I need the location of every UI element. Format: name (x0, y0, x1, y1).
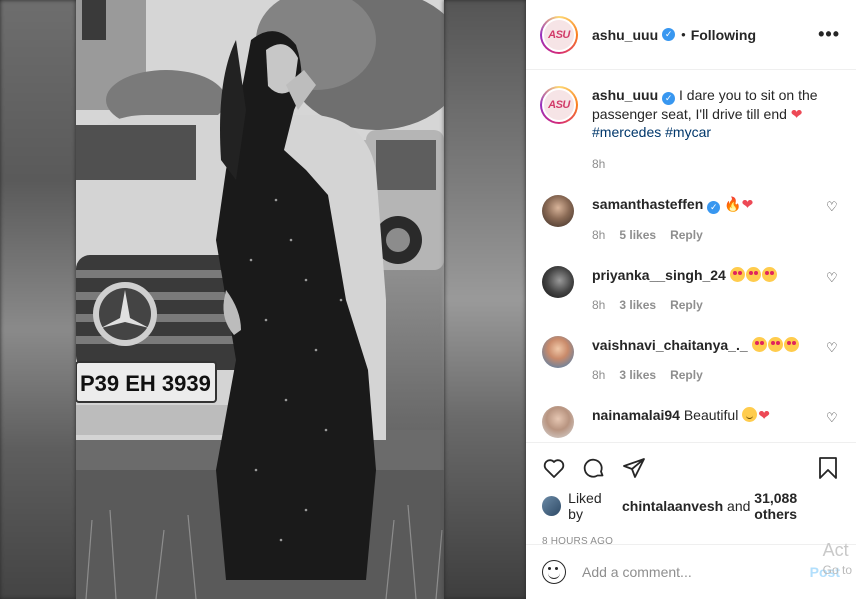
comment-body: samanthasteffen ✓ 🔥❤ 8h 5 likes Reply (592, 195, 826, 244)
comment-item: vaishnavi_chaitanya_._ 8h 3 likes Reply … (540, 336, 840, 384)
caption-author-avatar[interactable]: ASU (540, 86, 578, 124)
smiling-emoji-icon (742, 407, 758, 422)
avatar-text: ASU (548, 99, 570, 111)
post-photo[interactable]: P39 EH 3939 (76, 0, 444, 599)
comment-like-heart-icon[interactable]: ♡ (826, 199, 840, 244)
commenter-avatar[interactable] (542, 336, 574, 368)
comment-item: nainamalai94 Beautiful ❤ ♡ (540, 406, 840, 438)
fire-emoji-icon: 🔥 (724, 196, 742, 212)
heart-eyes-emoji-icon (767, 337, 783, 352)
heart-eyes-emoji-icon (761, 267, 777, 282)
comment-meta: 8h 3 likes Reply (592, 296, 826, 314)
caption-time[interactable]: 8h (592, 155, 840, 173)
liked-by-prefix: Liked by (568, 490, 602, 522)
liked-by-summary: Liked by chintalaanvesh and 31,088 other… (542, 490, 840, 522)
comment-username[interactable]: nainamalai94 (592, 407, 680, 423)
comment-item: priyanka__singh_24 8h 3 likes Reply ♡ (540, 266, 840, 314)
post-header: ASU ashu_uuu ✓ • Following ••• (526, 0, 856, 70)
emoji-picker-icon[interactable] (542, 560, 566, 584)
post-photo-area: P39 EH 3939 (0, 0, 526, 599)
author-username[interactable]: ashu_uuu (592, 27, 658, 43)
comment-like-heart-icon[interactable]: ♡ (826, 270, 840, 314)
comment-body: vaishnavi_chaitanya_._ 8h 3 likes Reply (592, 336, 826, 384)
comment-item: samanthasteffen ✓ 🔥❤ 8h 5 likes Reply ♡ (540, 195, 840, 244)
author-avatar[interactable]: ASU (540, 15, 578, 54)
avatar-text: ASU (548, 28, 570, 41)
following-button[interactable]: Following (691, 27, 756, 43)
activate-windows-watermark: Act Go to (823, 540, 852, 577)
comment-username[interactable]: vaishnavi_chaitanya_._ (592, 337, 748, 353)
heart-eyes-emoji-icon (783, 337, 799, 352)
comment-likes[interactable]: 3 likes (619, 366, 656, 384)
comment-time[interactable]: 8h (592, 226, 605, 244)
comments-list[interactable]: ASU ashu_uuu ✓ I dare you to sit on the p… (526, 70, 856, 442)
commenter-avatar[interactable] (542, 406, 574, 438)
caption-hashtags[interactable]: #mercedes #mycar (592, 124, 711, 140)
save-bookmark-icon[interactable] (816, 456, 840, 480)
verified-badge-icon: ✓ (662, 28, 676, 41)
post-caption: ASU ashu_uuu ✓ I dare you to sit on the p… (540, 86, 840, 173)
comment-username[interactable]: priyanka__singh_24 (592, 267, 726, 283)
comment-body: priyanka__singh_24 8h 3 likes Reply (592, 266, 826, 314)
comment-time[interactable]: 8h (592, 366, 605, 384)
comment-body: nainamalai94 Beautiful ❤ (592, 406, 826, 438)
comment-like-heart-icon[interactable]: ♡ (826, 410, 840, 438)
like-heart-icon[interactable] (542, 456, 566, 480)
comment-meta: 8h 3 likes Reply (592, 366, 826, 384)
photo-illustration: P39 EH 3939 (76, 0, 444, 599)
commenter-avatar[interactable] (542, 195, 574, 227)
share-paper-plane-icon[interactable] (622, 456, 646, 480)
comment-reply-button[interactable]: Reply (670, 296, 703, 314)
liker-avatar[interactable] (542, 496, 562, 516)
watermark-line-1: Act (822, 540, 849, 560)
post-side-panel: ASU ashu_uuu ✓ • Following ••• ASU ashu_… (526, 0, 856, 599)
watermark-line-2: Go to (822, 563, 852, 577)
verified-badge-icon: ✓ (662, 92, 676, 105)
more-options-icon[interactable]: ••• (818, 24, 840, 45)
comment-meta: 8h 5 likes Reply (592, 226, 826, 244)
separator-dot: • (681, 27, 686, 42)
verified-badge-icon: ✓ (707, 201, 721, 214)
heart-eyes-emoji-icon (745, 267, 761, 282)
comment-likes[interactable]: 5 likes (619, 226, 656, 244)
action-icons (542, 455, 840, 481)
red-heart-emoji-icon: ❤ (741, 196, 754, 212)
heart-eyes-emoji-icon (751, 337, 767, 352)
caption-username[interactable]: ashu_uuu (592, 87, 658, 103)
license-plate-text: P39 EH 3939 (80, 371, 211, 396)
red-heart-emoji-icon: ❤ (790, 106, 803, 122)
comment-likes[interactable]: 3 likes (619, 296, 656, 314)
comment-reply-button[interactable]: Reply (670, 226, 703, 244)
comment-time[interactable]: 8h (592, 296, 605, 314)
caption-body: ashu_uuu ✓ I dare you to sit on the passe… (592, 86, 840, 173)
comment-reply-button[interactable]: Reply (670, 366, 703, 384)
comment-input[interactable] (582, 564, 810, 580)
commenter-avatar[interactable] (542, 266, 574, 298)
liked-by-user[interactable]: chintalaanvesh (622, 498, 723, 514)
liked-by-count[interactable]: 31,088 others (754, 490, 840, 522)
comment-username[interactable]: samanthasteffen (592, 196, 703, 212)
photo-blur-right (444, 0, 526, 599)
heart-eyes-emoji-icon (729, 267, 745, 282)
red-heart-emoji-icon: ❤ (758, 407, 770, 423)
post-actions: Liked by chintalaanvesh and 31,088 other… (526, 442, 856, 547)
photo-blur-left (0, 0, 76, 599)
comment-bubble-icon[interactable] (582, 456, 606, 480)
liked-by-and: and (727, 498, 751, 514)
add-comment-bar: Post (526, 544, 856, 599)
comment-text: Beautiful (683, 407, 739, 423)
comment-like-heart-icon[interactable]: ♡ (826, 340, 840, 384)
